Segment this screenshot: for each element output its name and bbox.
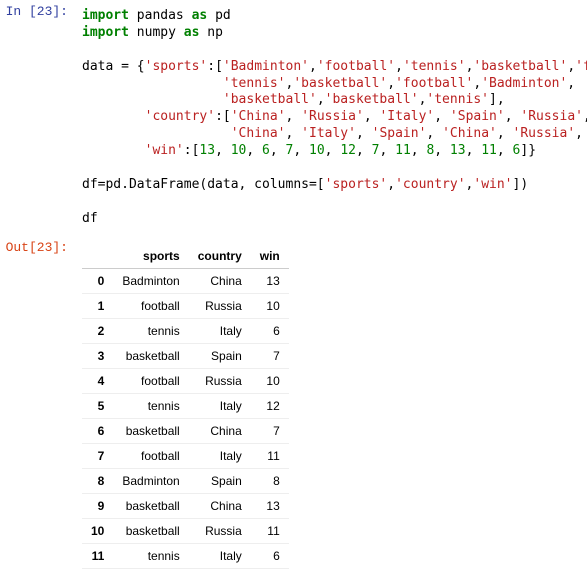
cell-country: Italy [189,443,251,468]
cell-sports: tennis [113,393,188,418]
cell-country: China [189,493,251,518]
cell-win: 13 [251,268,289,293]
cell-sports: football [113,293,188,318]
cell-win: 10 [251,368,289,393]
cell-win: 7 [251,418,289,443]
code-last: df [82,211,98,226]
cell-country: Spain [189,468,251,493]
cell-country: China [189,268,251,293]
code-df: df=pd.DataFrame(data, columns=['sports',… [82,177,528,192]
table-row: 3basketballSpain7 [82,343,289,368]
cell-sports: football [113,443,188,468]
row-index: 0 [82,268,113,293]
cell-win: 13 [251,493,289,518]
output-area: sports country win 0BadmintonChina131foo… [76,240,587,573]
kw-as: as [184,25,200,40]
row-index: 9 [82,493,113,518]
table-row: 11tennisItaly6 [82,543,289,568]
kw-import: import [82,25,129,40]
dataframe-table: sports country win 0BadmintonChina131foo… [82,244,289,569]
cell-sports: tennis [113,543,188,568]
table-row: 5tennisItaly12 [82,393,289,418]
cell-country: Italy [189,318,251,343]
col-win: win [251,244,289,269]
cell-win: 10 [251,293,289,318]
out-prompt: Out[23]: [0,240,76,573]
cell-country: Italy [189,393,251,418]
cell-sports: Badminton [113,268,188,293]
input-cell: In [23]: import pandas as pd import nump… [0,0,587,236]
output-cell: Out[23]: sports country win 0BadmintonCh… [0,236,587,577]
cell-country: China [189,418,251,443]
row-index: 1 [82,293,113,318]
cell-country: Italy [189,543,251,568]
table-row: 1footballRussia10 [82,293,289,318]
row-index: 4 [82,368,113,393]
row-index: 3 [82,343,113,368]
col-country: country [189,244,251,269]
cell-win: 11 [251,443,289,468]
cell-sports: basketball [113,343,188,368]
table-row: 8BadmintonSpain8 [82,468,289,493]
cell-country: Russia [189,368,251,393]
cell-sports: basketball [113,418,188,443]
mod-pandas: pandas [137,8,184,23]
row-index: 7 [82,443,113,468]
code-dict: data = {'sports':['Badminton','football'… [82,59,587,158]
header-row: sports country win [82,244,289,269]
cell-win: 6 [251,543,289,568]
cell-sports: Badminton [113,468,188,493]
table-row: 6basketballChina7 [82,418,289,443]
cell-win: 7 [251,343,289,368]
table-row: 4footballRussia10 [82,368,289,393]
row-index: 11 [82,543,113,568]
row-index: 6 [82,418,113,443]
table-row: 9basketballChina13 [82,493,289,518]
cell-country: Spain [189,343,251,368]
cell-sports: tennis [113,318,188,343]
kw-import: import [82,8,129,23]
kw-as: as [192,8,208,23]
in-prompt: In [23]: [0,4,76,232]
cell-country: Russia [189,293,251,318]
table-row: 0BadmintonChina13 [82,268,289,293]
table-row: 7footballItaly11 [82,443,289,468]
row-index: 2 [82,318,113,343]
cell-win: 6 [251,318,289,343]
row-index: 5 [82,393,113,418]
code-input[interactable]: import pandas as pd import numpy as np d… [76,4,587,232]
cell-sports: basketball [113,493,188,518]
index-header [82,244,113,269]
table-row: 2tennisItaly6 [82,318,289,343]
cell-win: 8 [251,468,289,493]
row-index: 8 [82,468,113,493]
col-sports: sports [113,244,188,269]
mod-numpy: numpy [137,25,176,40]
cell-sports: football [113,368,188,393]
alias-pd: pd [215,8,231,23]
cell-win: 12 [251,393,289,418]
alias-np: np [207,25,223,40]
